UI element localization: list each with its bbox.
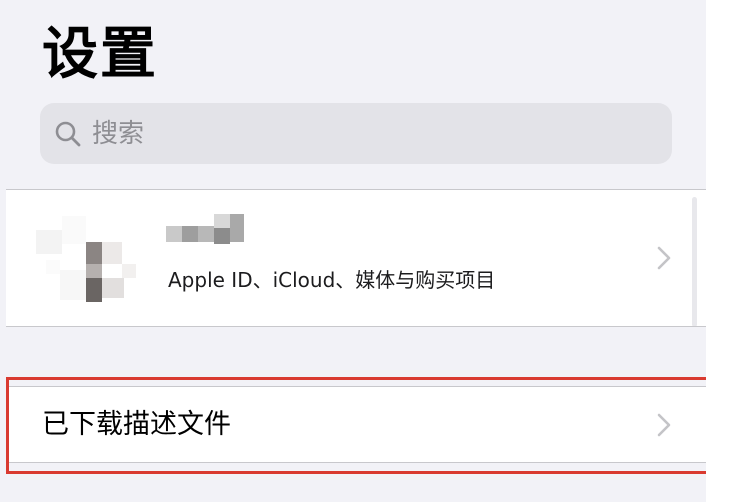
divider [6, 326, 706, 327]
apple-id-cell[interactable]: Apple ID、iCloud、媒体与购买项目 [6, 190, 706, 326]
search-placeholder: 搜索 [92, 119, 145, 149]
scrollbar[interactable] [692, 197, 697, 327]
page-title: 设置 [42, 22, 158, 87]
chevron-right-icon [657, 246, 671, 270]
search-field[interactable]: 搜索 [40, 103, 672, 164]
apple-id-subtitle: Apple ID、iCloud、媒体与购买项目 [168, 268, 496, 292]
name-obscured [166, 214, 246, 244]
highlight-box [6, 377, 718, 474]
page-margin [706, 0, 744, 502]
search-icon [55, 121, 81, 147]
avatar[interactable] [36, 216, 140, 316]
